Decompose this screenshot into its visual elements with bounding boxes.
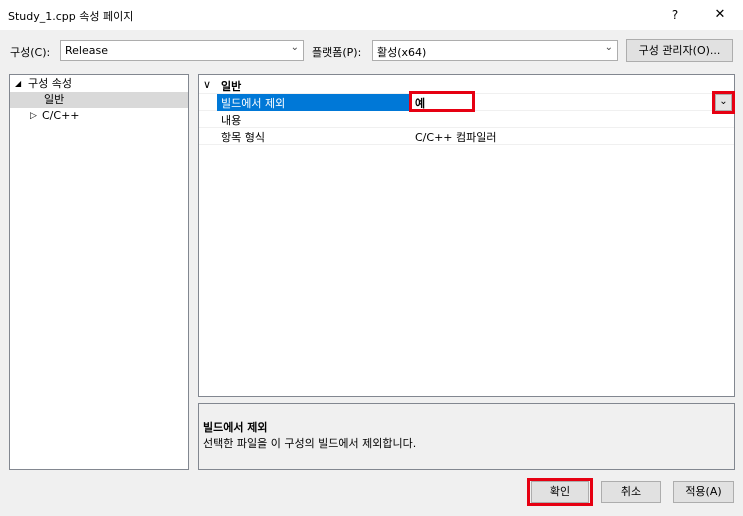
config-value: Release: [65, 44, 108, 57]
platform-value: 활성(x64): [377, 46, 427, 59]
property-name: 항목 형식: [221, 131, 265, 144]
window-title: Study_1.cpp 속성 페이지: [8, 10, 134, 23]
property-grid: ∨ 일반 빌드에서 제외 예 ⌄ 내용 항목 형식 C/C++ 컴파일러: [198, 74, 735, 397]
grid-row-contents[interactable]: 내용: [199, 111, 734, 128]
grid-row-item-type[interactable]: 항목 형식 C/C++ 컴파일러: [199, 128, 734, 145]
platform-select[interactable]: 활성(x64) ⌄: [372, 40, 618, 61]
property-tree: ◢ 구성 속성 일반 ▷ C/C++: [9, 74, 189, 470]
property-value[interactable]: C/C++ 컴파일러: [415, 129, 496, 145]
property-name: 빌드에서 제외: [217, 94, 411, 111]
category-label: 일반: [221, 80, 242, 93]
tree-item-label: 구성 속성: [28, 77, 72, 90]
config-label: 구성(C):: [10, 46, 51, 59]
config-manager-button[interactable]: 구성 관리자(O)...: [626, 39, 733, 62]
highlight-dropdown-box: [712, 91, 735, 114]
tree-item-label: 일반: [44, 93, 65, 106]
apply-button[interactable]: 적용(A): [673, 481, 734, 503]
tree-item-label: C/C++: [42, 109, 80, 122]
ok-button[interactable]: 확인: [531, 481, 589, 503]
title-bar: Study_1.cpp 속성 페이지 ? ✕: [0, 0, 743, 30]
config-select[interactable]: Release ⌄: [60, 40, 304, 61]
description-title: 빌드에서 제외: [203, 421, 268, 434]
platform-label: 플랫폼(P):: [312, 46, 362, 59]
highlight-value-box: [409, 91, 475, 112]
tree-item-cpp[interactable]: ▷ C/C++: [10, 108, 188, 124]
tree-item-config-properties[interactable]: ◢ 구성 속성: [10, 76, 188, 92]
chevron-down-icon: ⌄: [290, 42, 299, 53]
help-button[interactable]: ?: [660, 4, 690, 26]
collapse-chevron-icon[interactable]: ∨: [203, 78, 211, 91]
cancel-button[interactable]: 취소: [601, 481, 661, 503]
expand-triangle-icon[interactable]: ◢: [15, 76, 21, 92]
property-name: 내용: [221, 114, 242, 127]
close-button[interactable]: ✕: [705, 4, 735, 26]
tree-item-general[interactable]: 일반: [10, 92, 188, 108]
description-panel: 빌드에서 제외 선택한 파일을 이 구성의 빌드에서 제외합니다.: [198, 403, 735, 470]
collapsed-triangle-icon[interactable]: ▷: [30, 108, 37, 124]
chevron-down-icon: ⌄: [604, 42, 613, 53]
description-text: 선택한 파일을 이 구성의 빌드에서 제외합니다.: [203, 437, 417, 450]
